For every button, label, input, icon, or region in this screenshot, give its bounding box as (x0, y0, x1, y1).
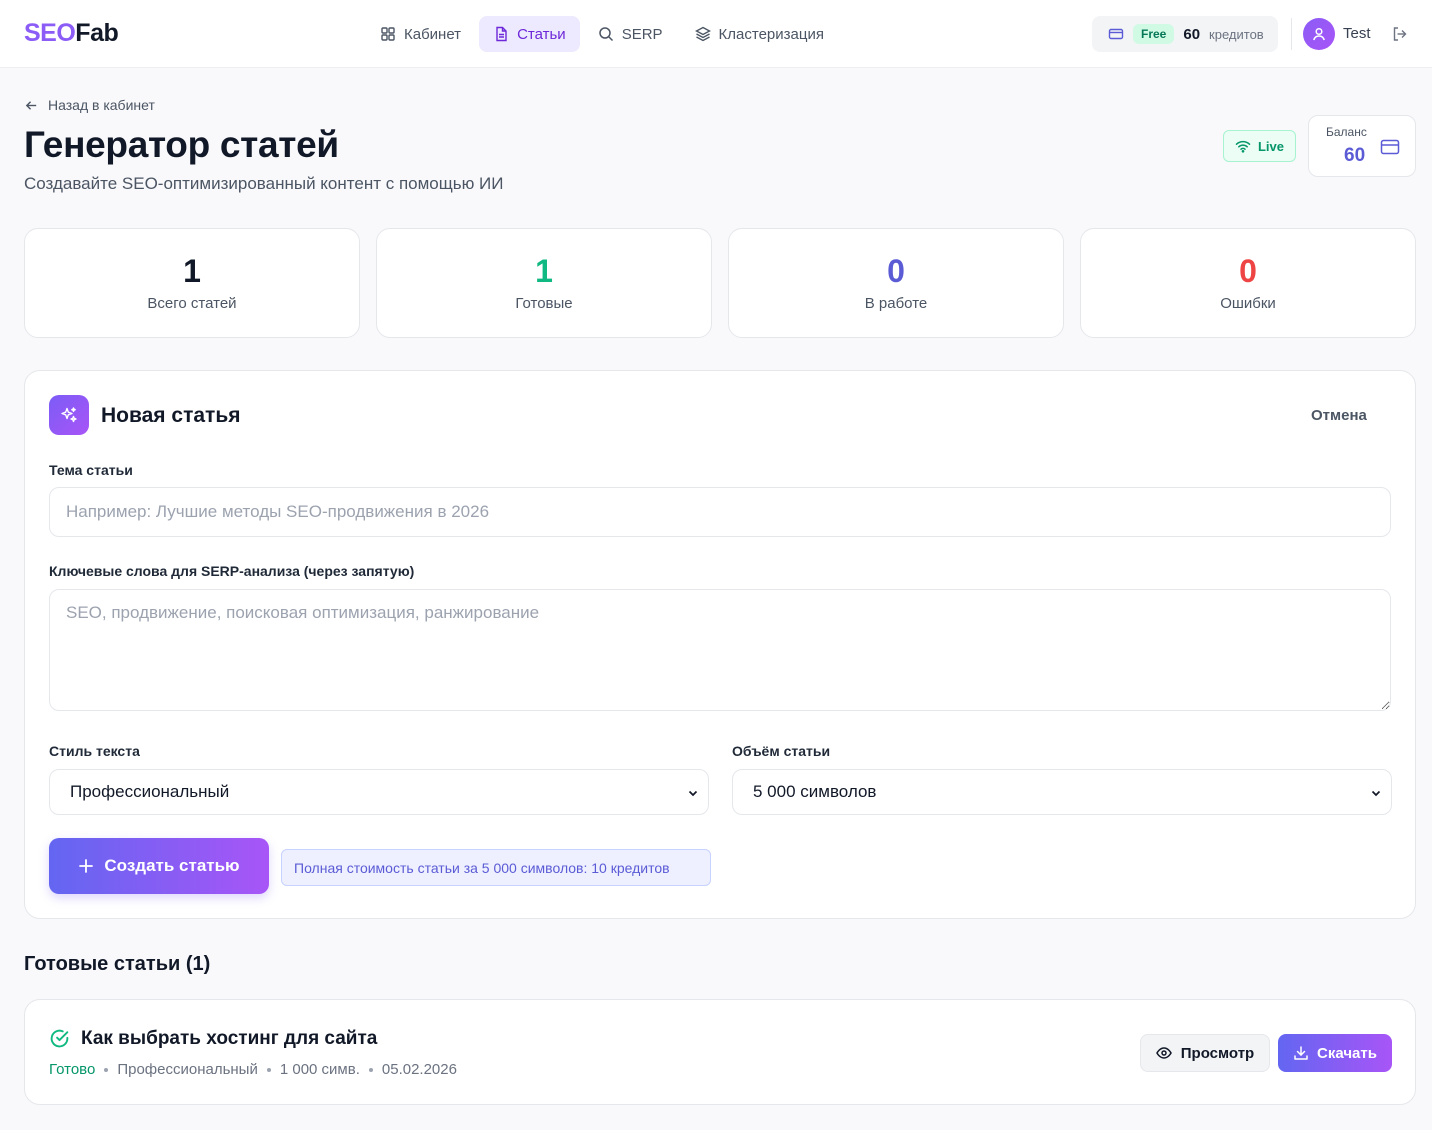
credits-widget[interactable]: Free 60 кредитов (1092, 16, 1278, 52)
form-title: Новая статья (101, 404, 241, 427)
nav-item-articles[interactable]: Статьи (479, 16, 580, 52)
live-label: Live (1257, 138, 1284, 154)
keywords-label: Ключевые слова для SERP-анализа (через з… (49, 563, 415, 579)
balance-card: Баланс 60 (1308, 115, 1416, 177)
stat-value: 0 (1239, 253, 1257, 289)
main-nav: Кабинет Статьи SERP Кластеризация (366, 16, 838, 52)
stat-value: 1 (183, 253, 201, 289)
article-meta: Готово Профессиональный 1 000 симв. 05.0… (49, 1061, 457, 1078)
stat-label: Готовые (515, 295, 573, 312)
article-list-item: Как выбрать хостинг для сайта Готово Про… (24, 999, 1416, 1105)
nav-item-serp[interactable]: SERP (584, 16, 677, 52)
volume-label: Объём статьи (732, 743, 831, 759)
create-article-button[interactable]: Создать статью (49, 838, 269, 894)
view-button-label: Просмотр (1180, 1044, 1255, 1062)
stat-errors: 0 Ошибки (1080, 228, 1416, 338)
nav-item-label: SERP (621, 25, 663, 43)
plus-icon (79, 859, 94, 873)
stat-in-progress: 0 В работе (728, 228, 1064, 338)
check-circle-icon (50, 1029, 69, 1048)
stat-label: В работе (864, 295, 928, 312)
live-status-badge: Live (1223, 130, 1296, 162)
style-label: Стиль текста (49, 743, 140, 759)
top-navbar: SEOFab Кабинет Статьи SERP Кластеризация… (0, 0, 1432, 68)
credit-card-icon (1380, 139, 1400, 155)
user-icon (1313, 27, 1325, 41)
stat-value: 1 (535, 253, 553, 289)
credits-count: 60 (1183, 25, 1201, 43)
topic-label: Тема статьи (49, 462, 133, 478)
create-article-label: Создать статью (104, 856, 240, 875)
article-style: Профессиональный (117, 1061, 258, 1078)
download-icon (1294, 1046, 1308, 1060)
page-subtitle: Создавайте SEO-оптимизированный контент … (24, 174, 504, 193)
plan-badge: Free (1133, 24, 1175, 44)
logo[interactable]: SEOFab (24, 19, 119, 48)
topic-input[interactable] (49, 487, 1391, 537)
username[interactable]: Test (1343, 25, 1371, 42)
separator-dot (368, 1067, 373, 1072)
balance-label: Баланс (1326, 125, 1367, 139)
cost-note: Полная стоимость статьи за 5 000 символо… (281, 849, 711, 886)
arrow-left-icon (25, 100, 37, 110)
article-title[interactable]: Как выбрать хостинг для сайта (81, 1028, 377, 1050)
separator-dot (104, 1067, 109, 1072)
ready-articles-title: Готовые статьи (1) (24, 953, 211, 975)
credit-card-icon (1108, 28, 1124, 40)
stat-value: 0 (887, 253, 905, 289)
logo-part-seo: SEO (24, 19, 76, 47)
style-select[interactable]: Профессиональный (49, 769, 709, 815)
balance-value: 60 (1344, 145, 1366, 166)
stat-total: 1 Всего статей (24, 228, 360, 338)
credits-unit: кредитов (1209, 26, 1264, 42)
stat-label: Всего статей (147, 295, 237, 312)
eye-icon (1155, 1047, 1172, 1059)
download-button-label: Скачать (1317, 1044, 1377, 1062)
volume-select-value: 5 000 символов (753, 782, 877, 801)
download-button[interactable]: Скачать (1278, 1034, 1392, 1072)
nav-item-label: Кластеризация (718, 25, 824, 43)
article-length: 1 000 симв. (279, 1061, 360, 1078)
logout-icon[interactable] (1391, 25, 1409, 43)
article-date: 05.02.2026 (381, 1061, 457, 1078)
stat-ready: 1 Готовые (376, 228, 712, 338)
view-button[interactable]: Просмотр (1140, 1034, 1270, 1072)
grid-icon (381, 27, 395, 41)
nav-divider (1291, 18, 1292, 50)
avatar[interactable] (1303, 18, 1335, 50)
stat-label: Ошибки (1220, 295, 1276, 312)
sparkles-icon (49, 395, 89, 435)
keywords-textarea[interactable] (49, 589, 1391, 711)
nav-item-cabinet[interactable]: Кабинет (366, 16, 475, 52)
chevron-down-icon (688, 790, 698, 797)
separator-dot (266, 1067, 271, 1072)
style-select-value: Профессиональный (70, 782, 230, 801)
search-icon (598, 27, 613, 42)
document-icon (496, 26, 507, 42)
chevron-down-icon (1371, 790, 1381, 797)
new-article-card: Новая статья Отмена Тема статьи Ключевые… (24, 370, 1416, 919)
logo-part-fab: Fab (75, 19, 119, 47)
wifi-icon (1235, 140, 1251, 153)
nav-item-label: Статьи (517, 25, 566, 43)
article-status: Готово (49, 1061, 96, 1078)
layers-icon (694, 26, 711, 42)
page-title: Генератор статей (24, 124, 339, 165)
nav-item-clustering[interactable]: Кластеризация (681, 16, 838, 52)
volume-select[interactable]: 5 000 символов (732, 769, 1392, 815)
back-link-label: Назад в кабинет (48, 97, 155, 113)
back-link[interactable]: Назад в кабинет (24, 97, 155, 113)
cancel-button[interactable]: Отмена (1311, 407, 1367, 424)
nav-item-label: Кабинет (404, 25, 462, 43)
